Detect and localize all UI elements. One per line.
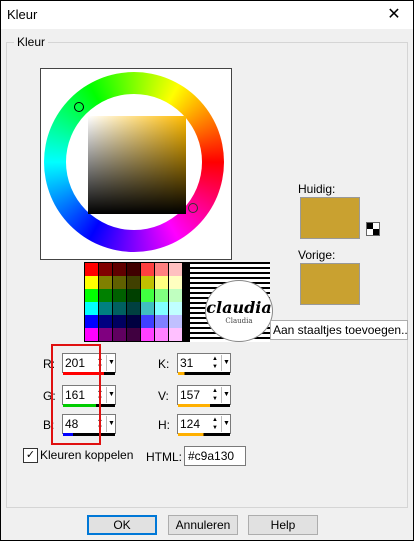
h-label: H: [158,418,170,432]
palette-swatch[interactable] [155,289,168,302]
current-color-swatch [300,197,360,239]
h-value-bar [178,433,230,436]
palette-swatch[interactable] [99,302,112,315]
v-label: V: [158,389,169,403]
k-value-bar [178,372,230,375]
html-label: HTML: [146,450,182,464]
palette-swatch[interactable] [99,328,112,341]
palette-swatch[interactable] [169,289,182,302]
saturation-value-square[interactable] [88,116,198,214]
link-colors-checkbox[interactable]: ✓ [23,448,38,463]
window-title: Kleur [7,7,38,22]
color-picker-icon[interactable] [366,222,380,236]
color-palette [84,262,190,342]
palette-swatch[interactable] [99,276,112,289]
current-label: Huidig: [298,182,336,196]
highlight-box [51,344,101,445]
close-icon[interactable]: ✕ [379,3,409,27]
palette-swatch[interactable] [141,276,154,289]
palette-swatch[interactable] [99,263,112,276]
palette-swatch[interactable] [85,328,98,341]
palette-swatch[interactable] [113,302,126,315]
k-spinner: ▲▼ ▼ [177,353,231,375]
link-colors-label: Kleuren koppelen [40,448,134,462]
h-input[interactable] [180,417,210,431]
palette-swatch[interactable] [155,276,168,289]
h-down-icon[interactable]: ▼ [210,424,220,432]
hue-ring[interactable] [44,72,224,252]
cancel-button[interactable]: Annuleren [168,515,238,535]
ok-button[interactable]: OK [87,515,157,535]
v-input[interactable] [180,388,210,402]
palette-swatch[interactable] [85,276,98,289]
k-label: K: [158,357,170,371]
color-wheel-panel [40,68,232,260]
sv-marker[interactable] [188,203,198,213]
palette-swatch[interactable] [141,289,154,302]
v-dropdown-icon[interactable]: ▼ [221,387,231,403]
palette-swatch[interactable] [113,263,126,276]
v-up-icon[interactable]: ▲ [210,387,220,395]
k-dropdown-icon[interactable]: ▼ [221,355,231,371]
palette-swatch[interactable] [113,289,126,302]
palette-swatch[interactable] [127,263,140,276]
v-value-bar [178,404,230,407]
watermark-logo: claudia Claudia [205,280,273,342]
palette-swatch[interactable] [141,263,154,276]
palette-swatch[interactable] [99,315,112,328]
palette-swatch[interactable] [127,328,140,341]
palette-swatch[interactable] [127,315,140,328]
h-spinner: ▲▼ ▼ [177,414,231,436]
palette-swatch[interactable] [169,302,182,315]
palette-swatch[interactable] [127,289,140,302]
palette-swatch[interactable] [155,315,168,328]
palette-swatch[interactable] [127,302,140,315]
palette-swatch[interactable] [85,263,98,276]
html-field[interactable]: #c9a130 [184,446,246,466]
b-dropdown-icon[interactable]: ▼ [106,416,116,432]
palette-swatch[interactable] [113,328,126,341]
hue-marker[interactable] [74,102,84,112]
k-input[interactable] [180,356,210,370]
palette-swatch[interactable] [141,328,154,341]
watermark-name: claudia [206,297,272,317]
v-spinner: ▲▼ ▼ [177,385,231,407]
h-dropdown-icon[interactable]: ▼ [221,416,231,432]
v-down-icon[interactable]: ▼ [210,395,220,403]
watermark-sub: Claudia [225,316,253,325]
k-down-icon[interactable]: ▼ [210,363,220,371]
palette-swatch[interactable] [141,302,154,315]
help-button[interactable]: Help [248,515,318,535]
previous-label: Vorige: [298,248,336,262]
palette-swatch[interactable] [99,289,112,302]
palette-swatch[interactable] [141,315,154,328]
palette-swatch[interactable] [155,263,168,276]
palette-swatch[interactable] [85,289,98,302]
add-to-swatches-button[interactable]: Aan staaltjes toevoegen... [270,320,408,340]
g-dropdown-icon[interactable]: ▼ [106,387,116,403]
k-up-icon[interactable]: ▲ [210,355,220,363]
palette-swatch[interactable] [169,315,182,328]
palette-swatch[interactable] [127,276,140,289]
palette-swatch[interactable] [85,302,98,315]
palette-swatch[interactable] [113,276,126,289]
palette-swatch[interactable] [169,263,182,276]
r-dropdown-icon[interactable]: ▼ [106,355,116,371]
palette-swatch[interactable] [155,302,168,315]
palette-swatch[interactable] [169,276,182,289]
group-label: Kleur [14,35,49,49]
previous-color-swatch[interactable] [300,263,360,305]
palette-swatch[interactable] [169,328,182,341]
palette-swatch[interactable] [113,315,126,328]
palette-swatch[interactable] [85,315,98,328]
h-up-icon[interactable]: ▲ [210,416,220,424]
palette-swatch[interactable] [155,328,168,341]
title-bar: Kleur ✕ [1,1,413,29]
